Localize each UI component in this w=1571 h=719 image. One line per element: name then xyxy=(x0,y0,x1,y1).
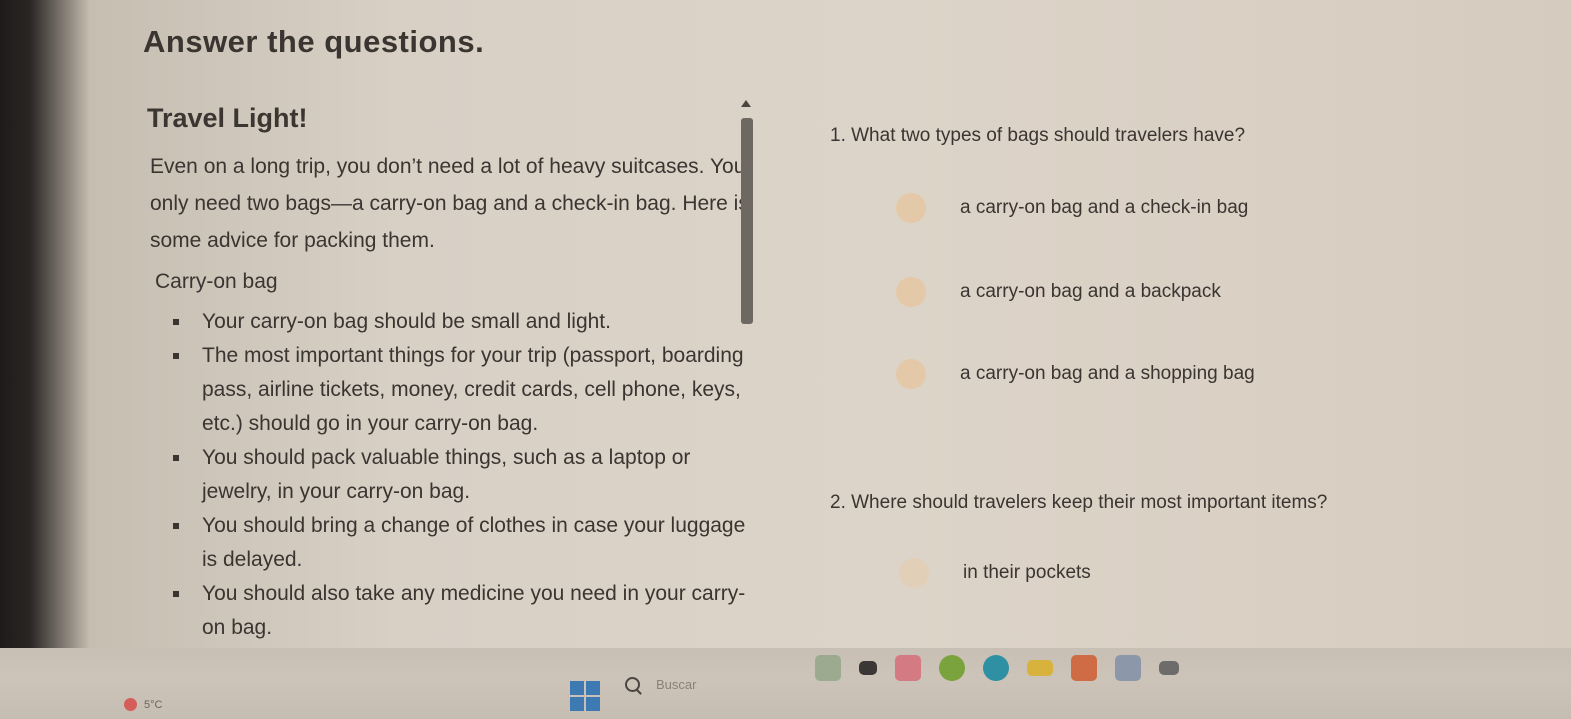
question-1: 1. What two types of bags should travele… xyxy=(830,125,1246,146)
app-icon[interactable] xyxy=(1115,655,1141,681)
article-intro: Even on a long trip, you don’t need a lo… xyxy=(150,155,749,252)
windows-logo-icon xyxy=(586,681,600,695)
windows-logo-icon xyxy=(570,697,584,711)
advice-list: Your carry-on bag should be small and li… xyxy=(165,305,765,645)
windows-logo-icon xyxy=(570,681,584,695)
article-scrollbar[interactable] xyxy=(741,118,753,324)
scroll-up-icon[interactable] xyxy=(741,100,751,107)
answer-option[interactable]: a carry-on bag and a check-in bag xyxy=(896,193,1248,223)
answer-option-label: a carry-on bag and a shopping bag xyxy=(960,363,1255,384)
chrome-icon[interactable] xyxy=(939,655,965,681)
advice-item: Your carry-on bag should be small and li… xyxy=(165,305,765,339)
article-title: Travel Light! xyxy=(147,103,308,133)
browser-icon[interactable] xyxy=(815,655,841,681)
taskbar xyxy=(0,648,1571,719)
answer-option[interactable]: a carry-on bag and a backpack xyxy=(896,277,1221,307)
radio-button[interactable] xyxy=(899,558,929,588)
taskbar-search[interactable]: Buscar xyxy=(625,677,696,692)
answer-option-label: in their pockets xyxy=(963,562,1091,583)
radio-button[interactable] xyxy=(896,193,926,223)
question-2: 2. Where should travelers keep their mos… xyxy=(830,492,1328,513)
office-icon[interactable] xyxy=(1071,655,1097,681)
start-button[interactable] xyxy=(570,681,600,711)
windows-logo-icon xyxy=(586,697,600,711)
advice-item: The most important things for your trip … xyxy=(165,339,765,441)
weather-icon xyxy=(124,698,137,711)
section-label-carry-on: Carry-on bag xyxy=(155,270,278,293)
file-explorer-icon[interactable] xyxy=(859,661,877,675)
advice-item: You should pack valuable things, such as… xyxy=(165,441,765,509)
app-icon-2[interactable] xyxy=(1159,661,1179,675)
page-title: Answer the questions. xyxy=(143,24,485,59)
taskbar-apps xyxy=(815,655,1179,681)
weather-temp: 5°C xyxy=(144,698,163,711)
radio-button[interactable] xyxy=(896,277,926,307)
paint-icon[interactable] xyxy=(895,655,921,681)
advice-item: You should bring a change of clothes in … xyxy=(165,509,765,577)
answer-option-label: a carry-on bag and a backpack xyxy=(960,281,1221,302)
radio-button[interactable] xyxy=(896,359,926,389)
answer-option[interactable]: a carry-on bag and a shopping bag xyxy=(896,359,1255,389)
folder-icon[interactable] xyxy=(1027,660,1053,676)
answer-option-label: a carry-on bag and a check-in bag xyxy=(960,197,1249,218)
weather-widget[interactable]: 5°C xyxy=(124,698,162,711)
edge-icon[interactable] xyxy=(983,655,1009,681)
search-placeholder: Buscar xyxy=(656,677,697,692)
answer-option[interactable]: in their pockets xyxy=(899,558,1091,588)
search-icon xyxy=(625,677,640,692)
advice-item: You should also take any medicine you ne… xyxy=(165,577,765,645)
